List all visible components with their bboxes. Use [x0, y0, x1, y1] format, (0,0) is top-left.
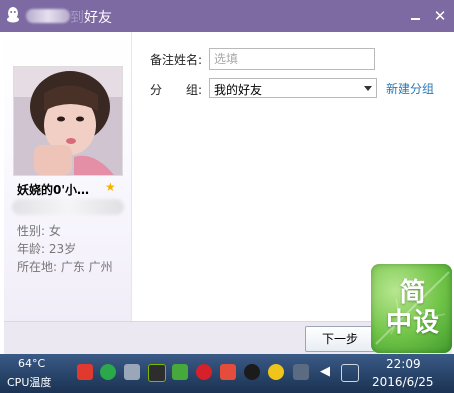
network-user-icon[interactable] — [124, 364, 140, 380]
close-button[interactable]: ✕ — [430, 6, 450, 26]
volume-icon[interactable]: ◀ — [317, 364, 333, 380]
add-user-icon[interactable] — [268, 364, 284, 380]
cpu-temperature: 64°C — [18, 357, 46, 370]
group-select-value: 我的好友 — [214, 83, 263, 97]
title-bar: 到好友 ✕ — [0, 0, 454, 32]
qq-penguin-icon — [7, 7, 19, 23]
gender-info: 性别: 女 — [17, 224, 61, 238]
wechat-icon[interactable] — [100, 364, 116, 380]
qq-penguin-icon[interactable] — [244, 364, 260, 380]
next-button[interactable]: 下一步 — [305, 326, 375, 352]
window-title: 到好友 — [70, 10, 112, 26]
qq-music-icon[interactable] — [77, 364, 93, 380]
remark-input[interactable] — [209, 48, 375, 70]
group-select[interactable]: 我的好友 — [209, 78, 377, 98]
chevron-down-icon — [364, 86, 372, 91]
star-icon: ★ — [105, 180, 116, 194]
security-shield-icon[interactable] — [172, 364, 188, 380]
new-group-link[interactable]: 新建分组 — [386, 80, 434, 97]
age-info: 年龄: 23岁 — [17, 242, 77, 256]
firewall-icon[interactable] — [220, 364, 236, 380]
nvidia-icon[interactable] — [148, 364, 166, 382]
cpu-temperature-label: CPU温度 — [7, 376, 52, 389]
nickname: 妖娆的0'小… — [17, 183, 90, 197]
profile-pane: 妖娆的0'小… ★ 性别: 女 年龄: 23岁 所在地: 广东 广州 — [4, 32, 132, 321]
group-label: 分组: — [150, 83, 203, 97]
blurred-account-id — [12, 199, 124, 215]
clock-date[interactable]: 2016/6/25 — [372, 375, 434, 389]
remark-label: 备注姓名: — [150, 53, 203, 67]
clock-time[interactable]: 22:09 — [386, 357, 421, 371]
minimize-button[interactable] — [406, 6, 426, 26]
watermark-logo: 简中设 — [371, 264, 452, 353]
action-center-icon[interactable] — [341, 364, 359, 382]
netease-music-icon[interactable] — [196, 364, 212, 380]
avatar — [13, 66, 123, 176]
blurred-title-part — [26, 9, 70, 23]
bluetooth-icon[interactable] — [293, 364, 309, 380]
location-info: 所在地: 广东 广州 — [17, 260, 113, 274]
